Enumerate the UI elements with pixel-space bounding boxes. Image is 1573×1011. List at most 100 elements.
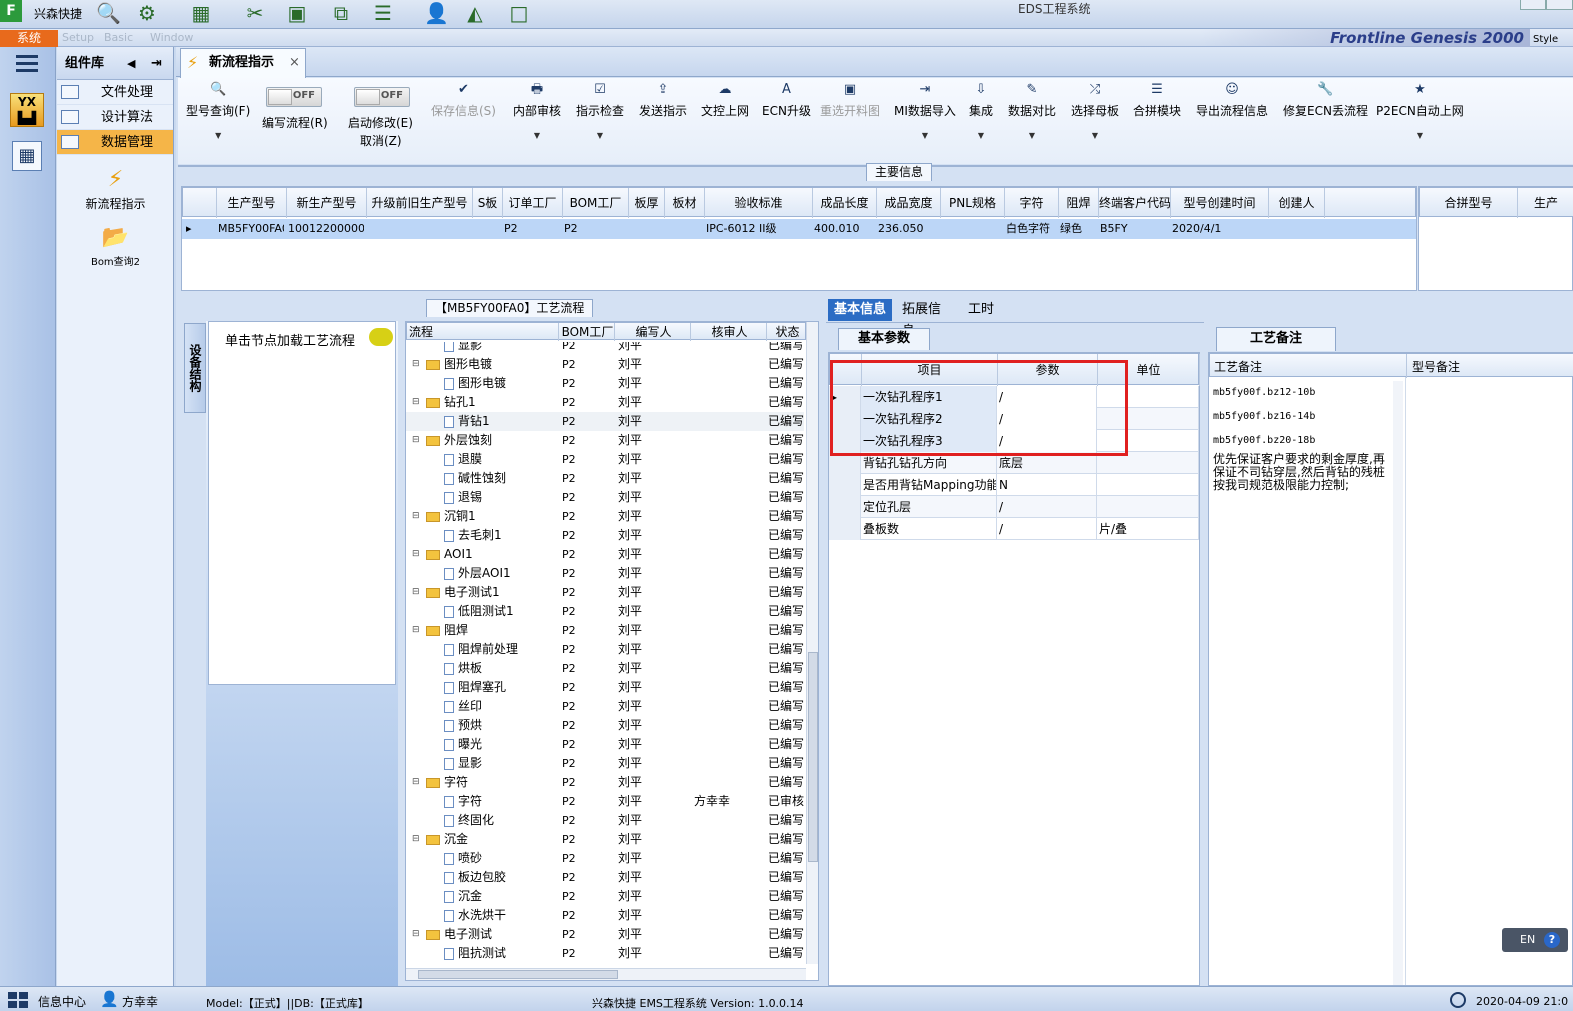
info-center-link[interactable]: 信息中心 [38, 993, 86, 1010]
toolbar-button-5[interactable]: ⇪ 发送指示 [639, 82, 687, 119]
copy-icon[interactable]: ⧉ [330, 2, 352, 24]
column-header[interactable]: 板厚 [629, 188, 665, 218]
detail-tab[interactable]: 工时 [962, 299, 1006, 321]
column-header[interactable]: 流程 [407, 323, 559, 341]
tree-row[interactable]: ⊟ 阻焊 P2 刘平 已编写 [406, 621, 804, 640]
chart-icon[interactable]: ◭ [464, 2, 486, 24]
column-header[interactable]: 订单工厂 [503, 188, 563, 218]
toolbar-button-4[interactable]: ☑ 指示检查 ▼ [576, 82, 624, 140]
tree-row[interactable]: 曝光 P2 刘平 已编写 [406, 735, 804, 754]
tree-row[interactable]: 电子测试 P2 刘平 已编写 [406, 963, 804, 964]
tree-row[interactable]: ⊟ 钻孔1 P2 刘平 已编写 [406, 393, 804, 412]
tree-row[interactable]: 图形电镀 P2 刘平 已编写 [406, 374, 804, 393]
toolbar-button-13[interactable]: ☰ 合拼模块 [1133, 82, 1181, 119]
detail-tab[interactable]: 基本信息 [828, 299, 892, 321]
close-tab-icon[interactable]: × [289, 49, 300, 77]
column-header[interactable]: BOM工厂 [559, 323, 615, 341]
gear-icon[interactable]: ⚙ [136, 2, 158, 24]
tree-row[interactable]: 退膜 P2 刘平 已编写 [406, 450, 804, 469]
toolbar-button-1[interactable]: 🔍 型号查询(F) ▼ [186, 82, 250, 140]
cancel-edit-label[interactable]: 取消(Z) [360, 132, 402, 149]
column-header[interactable]: 升级前旧生产型号 [367, 188, 473, 218]
tree-row[interactable]: 碱性蚀刻 P2 刘平 已编写 [406, 469, 804, 488]
library-item[interactable]: 设计算法 [57, 105, 173, 130]
tree-row[interactable]: 字符 P2 刘平 方幸幸 已审核 [406, 792, 804, 811]
tree-row[interactable]: 背钻1 P2 刘平 已编写 [406, 412, 804, 431]
tree-row[interactable]: 外层AOI1 P2 刘平 已编写 [406, 564, 804, 583]
collapse-left-icon[interactable]: ◀ [127, 47, 135, 80]
tree-horizontal-scrollbar[interactable] [406, 968, 806, 980]
column-header[interactable]: 成品宽度 [877, 188, 941, 218]
equipment-structure-tab[interactable]: 设备结构 [184, 323, 206, 413]
tree-row[interactable]: 预烘 P2 刘平 已编写 [406, 716, 804, 735]
toolbar-button-15[interactable]: 🔧 修复ECN丢流程 [1283, 82, 1368, 119]
column-header[interactable]: 型号创建时间 [1171, 188, 1269, 218]
toolbar-button-6[interactable]: ☁ 文控上网 [701, 82, 749, 119]
ribbon-tab-setup[interactable]: Setup [62, 31, 94, 44]
detail-tab[interactable]: 拓展信息 [896, 299, 956, 339]
expand-icon[interactable]: ⊟ [412, 393, 420, 412]
column-header[interactable]: 成品长度 [813, 188, 877, 218]
tree-row[interactable]: ⊟ 电子测试 P2 刘平 已编写 [406, 925, 804, 944]
tree-row[interactable]: ⊟ 沉金 P2 刘平 已编写 [406, 830, 804, 849]
chevron-down-icon[interactable]: ▼ [1376, 131, 1464, 140]
table-row[interactable]: ▸ MB5FY00FA0 10012200000956 P2 P2 IPC-6012 II… [182, 219, 1416, 239]
column-header[interactable]: 创建人 [1269, 188, 1325, 218]
column-header[interactable]: 生产型号 [217, 188, 287, 218]
grid-icon[interactable]: ▦ [190, 2, 212, 24]
toolbar-button-12[interactable]: ⤮ 选择母板 ▼ [1071, 82, 1119, 140]
toolbar-button-14[interactable]: ☺ 导出流程信息 [1196, 82, 1268, 119]
column-header[interactable]: 编写人 [615, 323, 691, 341]
expand-icon[interactable]: ⊟ [412, 830, 420, 849]
tree-row[interactable]: 去毛刺1 P2 刘平 已编写 [406, 526, 804, 545]
yx-factory-icon[interactable]: YX ▙▟ [10, 93, 44, 127]
help-icon[interactable]: ? [1544, 932, 1560, 948]
chevron-down-icon[interactable]: ▼ [186, 131, 250, 140]
notes-scrollbar[interactable] [1393, 381, 1403, 985]
chevron-down-icon[interactable]: ▼ [576, 131, 624, 140]
param-cell-param[interactable]: / [997, 496, 1097, 518]
tree-vertical-scrollbar[interactable] [806, 322, 818, 964]
param-row[interactable]: 叠板数 / 片/叠 [829, 518, 1199, 540]
chevron-down-icon[interactable]: ▼ [894, 131, 956, 140]
chevron-down-icon[interactable]: ▼ [1071, 131, 1119, 140]
toolbar-button-10[interactable]: ⇩ 集成 ▼ [969, 82, 993, 140]
tree-row[interactable]: ⊟ 电子测试1 P2 刘平 已编写 [406, 583, 804, 602]
library-item[interactable]: 数据管理 [57, 130, 173, 155]
style-menu[interactable]: Style [1533, 34, 1558, 45]
expand-icon[interactable]: ⊟ [412, 773, 420, 792]
list-icon[interactable]: ☰ [372, 2, 394, 24]
tree-row[interactable]: 烘板 P2 刘平 已编写 [406, 659, 804, 678]
column-header[interactable]: 验收标准 [705, 188, 813, 218]
tree-row[interactable]: 水洗烘干 P2 刘平 已编写 [406, 906, 804, 925]
expand-icon[interactable]: ⊟ [412, 621, 420, 640]
calculator-icon[interactable]: ▦ [12, 141, 42, 171]
tree-row[interactable]: 退锡 P2 刘平 已编写 [406, 488, 804, 507]
ribbon-tab-window[interactable]: Window [150, 31, 193, 44]
tree-row[interactable]: ⊟ 字符 P2 刘平 已编写 [406, 773, 804, 792]
toolbar-button-16[interactable]: ★ P2ECN自动上网 ▼ [1376, 82, 1464, 140]
column-header[interactable]: 板材 [665, 188, 705, 218]
column-header[interactable]: 生产 [1518, 188, 1573, 218]
column-header[interactable]: 字符 [1005, 188, 1059, 218]
tree-row[interactable]: 终固化 P2 刘平 已编写 [406, 811, 804, 830]
tree-row[interactable]: 阻焊塞孔 P2 刘平 已编写 [406, 678, 804, 697]
tree-row[interactable]: 低阻测试1 P2 刘平 已编写 [406, 602, 804, 621]
param-cell-param[interactable]: / [997, 518, 1097, 540]
tree-row[interactable]: ⊟ AOI1 P2 刘平 已编写 [406, 545, 804, 564]
tree-row[interactable]: 沉金 P2 刘平 已编写 [406, 887, 804, 906]
column-header[interactable]: 核审人 [691, 323, 767, 341]
search-icon[interactable]: 🔍 [96, 2, 121, 24]
expand-icon[interactable]: ⊟ [412, 431, 420, 450]
column-header[interactable]: 状态 [767, 323, 807, 341]
param-cell-param[interactable]: N [997, 474, 1097, 496]
chevron-down-icon[interactable]: ▼ [969, 131, 993, 140]
tree-row[interactable]: ⊟ 图形电镀 P2 刘平 已编写 [406, 355, 804, 374]
library-shortcut[interactable]: 📂 Bom查询2 [57, 225, 174, 268]
window-icon[interactable]: □ [508, 2, 530, 24]
save-icon[interactable]: ▣ [286, 2, 308, 24]
column-header[interactable]: 合拼型号 [1420, 188, 1518, 218]
column-header[interactable]: 终端客户代码 [1099, 188, 1171, 218]
expand-icon[interactable]: ⊟ [412, 507, 420, 526]
pin-icon[interactable]: ⇥ [151, 47, 162, 80]
